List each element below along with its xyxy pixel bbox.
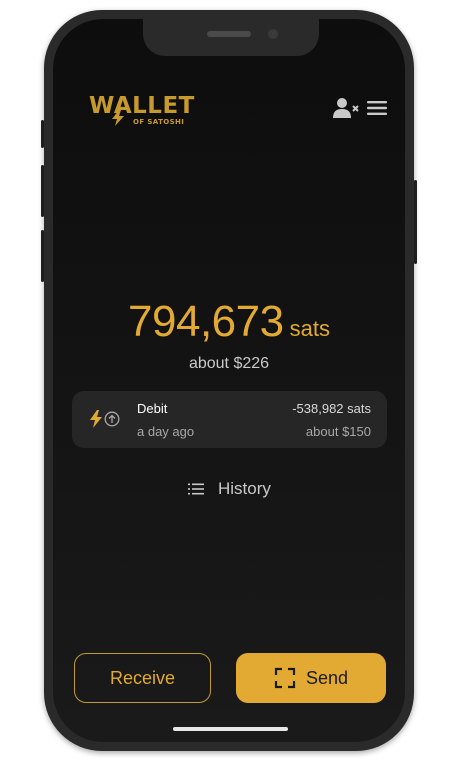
history-label: History — [218, 479, 271, 498]
notch — [143, 19, 319, 56]
home-indicator[interactable] — [173, 727, 288, 731]
logo-main-text: WALLET — [89, 93, 195, 119]
balance-display: 794,673 sats — [53, 297, 405, 347]
transaction-fiat: about $150 — [305, 424, 371, 439]
lightning-icon — [90, 410, 102, 428]
phone-frame: WALLET OF SATOSHI 794,673 sats about $22… — [41, 10, 417, 751]
scan-frame-icon — [274, 667, 296, 689]
list-icon — [188, 483, 204, 495]
receive-button[interactable]: Receive — [74, 653, 211, 703]
balance-fiat: about $226 — [188, 355, 270, 372]
app-screen: WALLET OF SATOSHI 794,673 sats about $22… — [53, 19, 405, 742]
user-x-icon[interactable] — [333, 97, 359, 119]
logo-sub-text: OF SATOSHI — [133, 118, 185, 126]
history-button[interactable]: History — [188, 479, 271, 499]
volume-down-button — [41, 230, 44, 282]
transaction-time: a day ago — [137, 424, 195, 439]
transaction-type: Debit — [137, 401, 168, 416]
app-logo: WALLET OF SATOSHI — [89, 93, 199, 129]
header-actions — [333, 97, 387, 119]
front-camera — [268, 29, 278, 39]
balance-amount: 794,673 — [128, 297, 284, 346]
volume-up-button — [41, 165, 44, 217]
power-button — [414, 180, 417, 264]
transaction-amount: -538,982 sats — [292, 401, 371, 416]
logo-lightning-icon — [112, 110, 124, 126]
arrow-up-circle-icon — [104, 411, 120, 427]
hamburger-menu-icon[interactable] — [367, 100, 387, 116]
receive-label: Receive — [109, 667, 176, 688]
transaction-icons — [90, 410, 120, 428]
mute-switch — [41, 120, 44, 148]
send-button[interactable]: Send — [236, 653, 386, 703]
speaker — [207, 31, 251, 37]
send-label: Send — [305, 667, 349, 688]
transaction-row[interactable]: Debit a day ago -538,982 sats about $150 — [72, 391, 387, 448]
balance-unit: sats — [289, 316, 330, 341]
